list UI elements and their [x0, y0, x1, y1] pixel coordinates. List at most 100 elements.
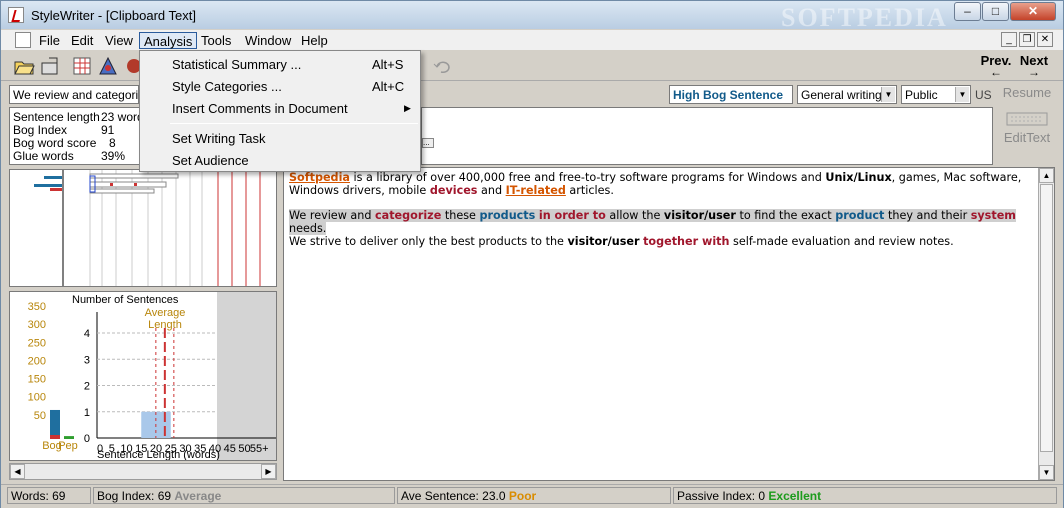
- left-scale-label: 250: [28, 337, 46, 349]
- analysis-dropdown-menu: Statistical Summary ... Alt+S Style Cate…: [139, 50, 421, 172]
- flagged-word[interactable]: visitor/user: [568, 235, 640, 248]
- flagged-word[interactable]: system: [971, 209, 1016, 222]
- grid-view-icon[interactable]: [71, 55, 93, 77]
- flagged-word[interactable]: Unix/Linux: [825, 171, 891, 184]
- mdi-restore-button[interactable]: ❐: [1019, 32, 1035, 47]
- paragraph-2[interactable]: We review and categorize these products …: [289, 209, 1034, 248]
- chart-title: Number of Sentences: [72, 294, 179, 306]
- edit-text-button[interactable]: EditText: [999, 111, 1055, 145]
- flagged-word[interactable]: products: [479, 209, 535, 222]
- menu-edit[interactable]: Edit: [67, 32, 97, 49]
- scroll-right-icon[interactable]: ▶: [261, 464, 276, 479]
- arrow-left-icon: ←: [990, 65, 1002, 79]
- graph-horizontal-scrollbar[interactable]: ◀ ▶: [9, 463, 277, 480]
- writing-type-value: General writing: [801, 88, 882, 102]
- x-tick-label: 45: [224, 443, 236, 455]
- comment-more-button[interactable]: ...: [422, 138, 434, 148]
- status-bog-index: Bog Index: 69 Average: [93, 487, 395, 504]
- flagged-word[interactable]: categorize: [375, 209, 441, 222]
- scroll-left-icon[interactable]: ◀: [10, 464, 25, 479]
- menu-insert-comments[interactable]: Insert Comments in Document: [172, 101, 348, 116]
- comment-box[interactable]: ...: [421, 107, 993, 165]
- paragraph-1[interactable]: Softpedia is a library of over 400,000 f…: [289, 171, 1034, 197]
- audience-select[interactable]: Public ▼: [901, 85, 971, 104]
- menu-item-label: Statistical Summary ...: [172, 57, 302, 72]
- text-run: We review and: [289, 209, 376, 222]
- menu-item-label: Insert Comments in Document: [172, 101, 348, 116]
- minimize-button[interactable]: –: [954, 2, 981, 21]
- text-run: needs.: [289, 222, 327, 235]
- flagged-word[interactable]: visitor/user: [664, 209, 736, 222]
- menu-style-categories[interactable]: Style Categories ...: [172, 79, 282, 94]
- menu-help[interactable]: Help: [297, 32, 332, 49]
- histogram-svg: Number of Sentences Average Length 350300…: [28, 292, 276, 461]
- bog-index-rating: Average: [174, 489, 222, 503]
- y-tick-label: 4: [84, 328, 90, 340]
- menu-statistical-summary[interactable]: Statistical Summary ...: [172, 57, 301, 72]
- shortcut-label: Alt+C: [372, 79, 405, 94]
- previous-button[interactable]: Prev. ←: [977, 53, 1015, 81]
- menu-window[interactable]: Window: [241, 32, 295, 49]
- left-scale-label: 350: [28, 301, 46, 313]
- text-run: they and their: [884, 209, 971, 222]
- scroll-up-icon[interactable]: ▲: [1039, 168, 1054, 183]
- stylewriter-app-icon[interactable]: [8, 7, 24, 23]
- histogram-y-ticks: 1 2 3 4 0: [84, 328, 90, 445]
- mdi-minimize-button[interactable]: _: [1001, 32, 1017, 47]
- menu-file[interactable]: File: [35, 32, 64, 49]
- menu-set-writing-task[interactable]: Set Writing Task: [172, 131, 265, 146]
- chevron-down-icon[interactable]: ▼: [955, 87, 969, 102]
- arrow-right-icon: →: [1028, 65, 1040, 79]
- y-tick-label: 3: [84, 354, 90, 366]
- export-icon[interactable]: [39, 55, 61, 77]
- annotation-line: Average: [145, 307, 186, 319]
- menu-set-audience[interactable]: Set Audience: [172, 153, 249, 168]
- status-bar: Words: 69 Bog Index: 69 Average Ave Sent…: [1, 484, 1063, 508]
- writing-type-select[interactable]: General writing ▼: [797, 85, 897, 104]
- stat-row: Sentence length 23 words: [13, 110, 150, 124]
- text-run: these: [441, 209, 480, 222]
- flagged-word[interactable]: IT-related: [506, 184, 566, 197]
- menu-view[interactable]: View: [101, 32, 137, 49]
- undo-icon[interactable]: [431, 55, 453, 77]
- sentence[interactable]: We strive to deliver only the best produ…: [289, 235, 954, 248]
- y-tick-label: 2: [84, 381, 90, 393]
- flagged-word[interactable]: in order to: [539, 209, 606, 222]
- flagged-word[interactable]: Softpedia: [289, 171, 350, 184]
- menu-tools[interactable]: Tools: [197, 32, 235, 49]
- stat-label: Bog word score: [13, 136, 97, 150]
- scroll-thumb[interactable]: [1040, 184, 1053, 452]
- scroll-down-icon[interactable]: ▼: [1039, 465, 1054, 480]
- resume-button[interactable]: Resume: [999, 85, 1055, 100]
- status-passive-index: Passive Index: 0 Excellent: [673, 487, 1057, 504]
- text-run: to find the exact: [735, 209, 836, 222]
- document-icon[interactable]: [15, 32, 31, 48]
- menu-analysis[interactable]: Analysis: [139, 32, 198, 49]
- flagged-word[interactable]: together with: [643, 235, 729, 248]
- text-vertical-scrollbar[interactable]: ▲ ▼: [1038, 168, 1054, 480]
- left-scale-label: 100: [28, 392, 46, 404]
- y-tick-label: 0: [84, 433, 90, 445]
- current-sentence-field[interactable]: We review and categorize: [9, 85, 139, 104]
- mdi-close-button[interactable]: ✕: [1037, 32, 1053, 47]
- edit-text-label: EditText: [1003, 130, 1051, 145]
- flagged-word[interactable]: devices: [430, 184, 478, 197]
- document-profile-svg: [34, 170, 261, 286]
- passive-index-value: Passive Index: 0: [677, 489, 766, 503]
- menu-item-label: Style Categories ...: [172, 79, 282, 94]
- close-button[interactable]: ✕: [1010, 2, 1056, 21]
- histogram-bars: [141, 328, 175, 438]
- left-scale-label: 200: [28, 355, 46, 367]
- title-bar[interactable]: StyleWriter - [Clipboard Text] SOFTPEDIA…: [1, 1, 1063, 32]
- next-button[interactable]: Next →: [1015, 53, 1053, 81]
- audience-value: Public: [905, 88, 938, 102]
- sentence-rating: High Bog Sentence: [669, 85, 793, 104]
- highlighted-sentence[interactable]: We review and categorize these products …: [289, 209, 1016, 235]
- style-categories-icon[interactable]: [97, 55, 119, 77]
- chevron-down-icon[interactable]: ▼: [881, 87, 895, 102]
- flagged-word[interactable]: product: [835, 209, 884, 222]
- maximize-button[interactable]: □: [982, 2, 1009, 21]
- open-folder-icon[interactable]: [13, 55, 35, 77]
- text-run: articles.: [565, 184, 614, 197]
- document-text-pane[interactable]: Softpedia is a library of over 400,000 f…: [283, 167, 1055, 481]
